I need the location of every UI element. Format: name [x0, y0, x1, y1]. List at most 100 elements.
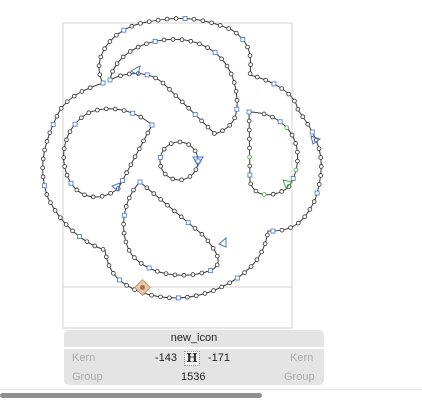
off-curve-node[interactable] [90, 194, 96, 200]
on-curve-node[interactable] [314, 190, 320, 196]
off-curve-node[interactable] [151, 191, 157, 196]
off-curve-node[interactable] [99, 193, 105, 199]
off-curve-node[interactable] [212, 131, 217, 136]
off-curve-node[interactable] [44, 192, 50, 197]
on-curve-node[interactable] [144, 72, 150, 78]
on-curve-node[interactable] [247, 172, 253, 178]
off-curve-node[interactable] [205, 124, 211, 130]
off-curve-node[interactable] [114, 61, 120, 66]
group-right-label[interactable]: Group [284, 371, 315, 383]
off-curve-node[interactable] [42, 147, 47, 153]
on-curve-node[interactable] [277, 119, 283, 125]
off-curve-node[interactable] [40, 174, 46, 180]
on-curve-node[interactable] [246, 109, 252, 115]
off-curve-node[interactable] [58, 106, 64, 111]
off-curve-node[interactable] [67, 129, 73, 134]
off-curve-node[interactable] [255, 74, 260, 80]
off-curve-node[interactable] [158, 294, 163, 300]
group-left-label[interactable]: Group [72, 371, 103, 383]
off-curve-node[interactable] [137, 146, 142, 152]
off-curve-node[interactable] [146, 19, 152, 24]
off-curve-node[interactable] [124, 170, 129, 175]
off-curve-node[interactable] [129, 23, 135, 29]
off-curve-node[interactable] [121, 221, 126, 227]
on-curve-node[interactable] [107, 77, 113, 83]
off-curve-node[interactable] [270, 191, 276, 197]
off-curve-node[interactable] [92, 243, 98, 249]
off-curve-node[interactable] [202, 291, 208, 296]
off-curve-node[interactable] [227, 280, 232, 286]
off-curve-node[interactable] [170, 176, 176, 182]
off-curve-node[interactable] [61, 155, 66, 160]
off-curve-node[interactable] [263, 77, 269, 83]
off-curve-node[interactable] [138, 114, 144, 120]
off-curve-node[interactable] [293, 141, 298, 146]
on-curve-node[interactable] [152, 39, 158, 44]
off-curve-node[interactable] [79, 89, 85, 94]
off-curve-node[interactable] [163, 271, 169, 276]
off-curve-node[interactable] [188, 38, 194, 44]
off-curve-node[interactable] [103, 254, 109, 260]
off-curve-node[interactable] [261, 111, 267, 117]
on-curve-node[interactable] [77, 234, 82, 240]
off-curve-node[interactable] [165, 202, 170, 208]
off-curve-node[interactable] [58, 215, 63, 220]
off-curve-node[interactable] [279, 189, 284, 194]
off-curve-node[interactable] [149, 292, 154, 298]
off-curve-node[interactable] [127, 49, 133, 54]
off-curve-node[interactable] [180, 99, 185, 105]
off-curve-node[interactable] [288, 225, 293, 230]
off-curve-node[interactable] [295, 149, 300, 155]
off-curve-node[interactable] [145, 130, 151, 136]
off-curve-node[interactable] [79, 115, 84, 121]
on-curve-node[interactable] [182, 16, 188, 21]
off-curve-node[interactable] [121, 230, 127, 236]
on-curve-node[interactable] [185, 220, 191, 226]
off-curve-node[interactable] [170, 37, 176, 42]
glyph-name-bar[interactable]: new_icon [64, 330, 324, 347]
off-curve-node[interactable] [173, 16, 179, 21]
off-curve-node[interactable] [135, 44, 141, 50]
on-curve-node[interactable] [208, 268, 213, 273]
on-curve-node[interactable] [175, 295, 181, 301]
off-curve-node[interactable] [279, 86, 284, 91]
off-curve-node[interactable] [191, 16, 197, 22]
off-curve-node[interactable] [40, 156, 46, 162]
off-curve-node[interactable] [126, 248, 132, 253]
off-curve-node[interactable] [247, 163, 253, 169]
off-curve-node[interactable] [233, 88, 239, 94]
off-curve-node[interactable] [131, 187, 136, 193]
off-curve-node[interactable] [84, 239, 90, 244]
off-curve-node[interactable] [128, 162, 134, 168]
off-curve-node[interactable] [64, 172, 70, 178]
kern-left-value[interactable]: -143 [155, 352, 177, 364]
off-curve-node[interactable] [265, 232, 270, 238]
off-curve-node[interactable] [160, 80, 166, 86]
off-curve-node[interactable] [227, 123, 232, 128]
off-curve-node[interactable] [199, 270, 205, 276]
on-curve-node[interactable] [234, 275, 240, 281]
off-curve-node[interactable] [187, 174, 193, 179]
off-curve-node[interactable] [248, 264, 254, 269]
off-curve-node[interactable] [178, 214, 184, 220]
off-curve-node[interactable] [108, 190, 113, 196]
off-curve-node[interactable] [96, 63, 102, 68]
off-curve-node[interactable] [70, 228, 75, 234]
off-curve-node[interactable] [155, 269, 160, 274]
off-curve-node[interactable] [217, 23, 223, 28]
on-curve-node[interactable] [192, 112, 198, 117]
off-curve-node[interactable] [224, 63, 230, 69]
off-curve-node[interactable] [118, 73, 123, 79]
off-curve-node[interactable] [138, 261, 144, 266]
off-curve-node[interactable] [44, 139, 50, 144]
off-curve-node[interactable] [62, 164, 67, 169]
off-curve-node[interactable] [106, 263, 112, 268]
off-curve-node[interactable] [161, 37, 167, 43]
off-curve-node[interactable] [311, 199, 317, 204]
off-curve-node[interactable] [247, 136, 252, 142]
off-curve-node[interactable] [86, 110, 92, 116]
off-curve-node[interactable] [64, 99, 70, 104]
off-curve-node[interactable] [193, 293, 199, 299]
off-curve-node[interactable] [110, 69, 115, 74]
off-curve-node[interactable] [226, 26, 231, 31]
